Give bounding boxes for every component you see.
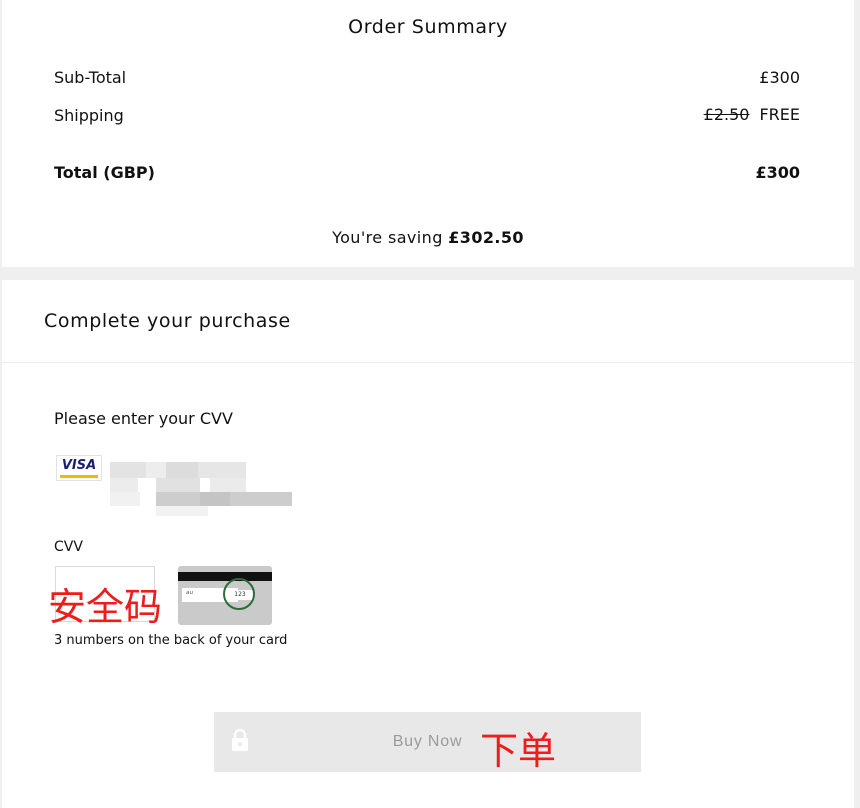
shipping-label: Shipping bbox=[54, 106, 124, 125]
order-summary-title: Order Summary bbox=[348, 16, 508, 38]
subtotal-label: Sub-Total bbox=[54, 68, 127, 87]
visa-icon: VISA bbox=[56, 455, 102, 481]
card-brand-label: VISA bbox=[61, 458, 97, 473]
cvv-prompt: Please enter your CVV bbox=[54, 409, 233, 428]
masked-card-number bbox=[98, 452, 292, 516]
divider bbox=[2, 362, 854, 363]
shipping-free-label: FREE bbox=[759, 105, 800, 124]
cvv-input[interactable] bbox=[55, 566, 155, 622]
buy-now-label: Buy Now bbox=[392, 733, 463, 750]
saving-prefix: You're saving bbox=[332, 228, 443, 247]
complete-purchase-panel: Complete your purchase Please enter your… bbox=[2, 280, 854, 808]
card-back-icon: ᵃᵘ 123 bbox=[178, 566, 272, 625]
complete-purchase-title: Complete your purchase bbox=[44, 310, 291, 332]
magnetic-stripe bbox=[178, 572, 272, 581]
subtotal-value: £300 bbox=[759, 68, 800, 87]
order-summary-panel: Order Summary Sub-Total £300 Shipping £2… bbox=[2, 0, 854, 267]
cvv-label: CVV bbox=[54, 539, 83, 555]
shipping-value-group: £2.50 FREE bbox=[704, 105, 800, 124]
total-value: £300 bbox=[755, 163, 800, 182]
saving-text: You're saving £302.50 bbox=[2, 228, 854, 247]
buy-now-button[interactable]: Buy Now 下单 bbox=[214, 712, 641, 773]
total-label: Total (GBP) bbox=[54, 163, 155, 182]
visa-gold-band bbox=[60, 475, 98, 478]
cvv-highlight-circle bbox=[223, 578, 255, 610]
saving-amount: £302.50 bbox=[448, 228, 524, 247]
shipping-original-price: £2.50 bbox=[703, 105, 750, 124]
buy-now-annotation: 下单 bbox=[480, 731, 557, 773]
cvv-help-text: 3 numbers on the back of your card bbox=[54, 633, 288, 648]
